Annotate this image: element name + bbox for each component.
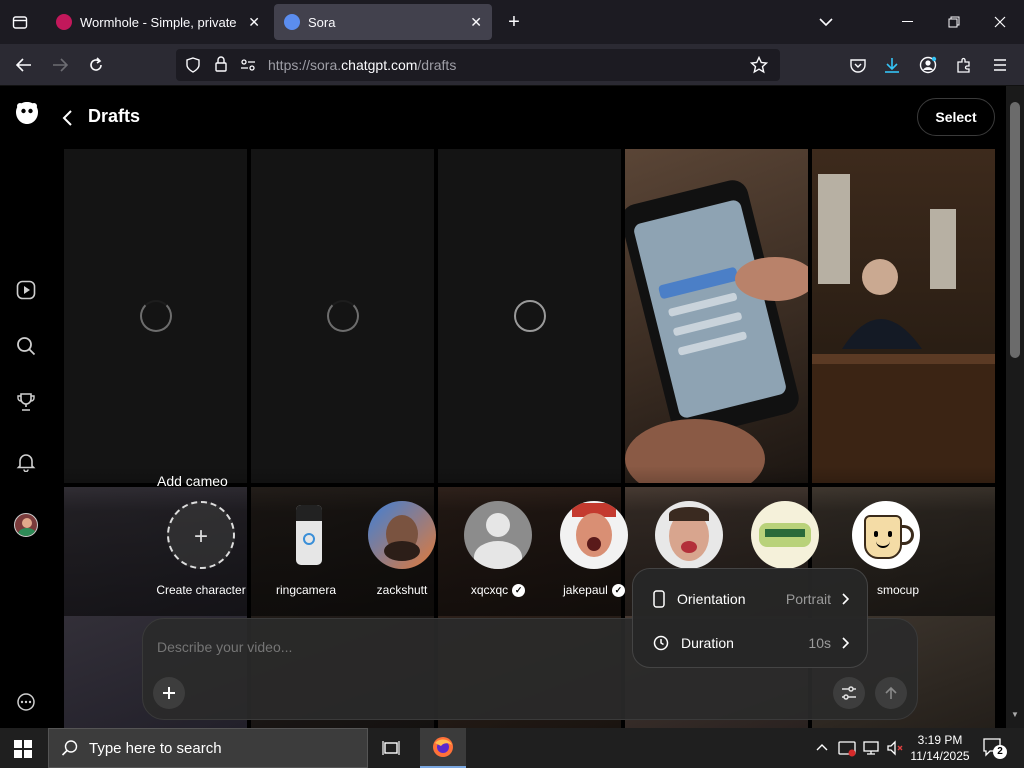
close-window-icon[interactable]	[988, 10, 1012, 34]
draft-tile-loading[interactable]	[64, 149, 247, 483]
system-clock[interactable]: 3:19 PM 11/14/2025	[904, 732, 976, 764]
restore-icon[interactable]	[942, 10, 966, 34]
cameo-xqcxqc[interactable]: xqcxqc ✓	[458, 501, 538, 597]
duration-option[interactable]: Duration 10s	[633, 623, 869, 663]
volume-muted-icon[interactable]	[886, 739, 904, 757]
account-icon[interactable]	[916, 53, 940, 77]
bell-icon[interactable]	[14, 450, 38, 474]
settings-sliders-button[interactable]	[833, 677, 865, 709]
cameo-jakepaul[interactable]: jakepaul ✓	[554, 501, 634, 597]
permissions-icon[interactable]	[240, 58, 256, 77]
chevron-right-icon	[842, 593, 849, 605]
url-text: https://sora.chatgpt.com/drafts	[268, 57, 457, 73]
phone-trivia-thumbnail	[625, 180, 808, 483]
verified-icon: ✓	[512, 583, 526, 597]
tab-sora[interactable]: Sora ✕	[274, 4, 492, 40]
cameo-title: Add cameo	[157, 473, 228, 489]
firefox-taskbar-button[interactable]	[420, 728, 466, 768]
draft-tile-loading[interactable]	[251, 149, 434, 483]
cameo-avatar	[368, 501, 436, 569]
verified-icon: ✓	[611, 583, 625, 597]
cameo-ringcamera[interactable]: ringcamera	[266, 501, 346, 597]
draft-tile-loading[interactable]	[438, 149, 621, 483]
tab-list-icon[interactable]	[8, 10, 32, 34]
show-hidden-icons-chevron[interactable]	[816, 740, 828, 754]
back-icon[interactable]	[12, 53, 36, 77]
trophy-icon[interactable]	[14, 390, 38, 414]
sora-page: Drafts Select Add cameo + Create charact…	[0, 86, 1006, 728]
page-scrollbar[interactable]: ▼	[1006, 86, 1024, 728]
sora-favicon-icon	[284, 14, 300, 30]
chevron-right-icon	[842, 637, 849, 649]
downloads-icon[interactable]	[880, 53, 904, 77]
cameo-avatar[interactable]	[751, 501, 819, 569]
firefox-icon	[433, 737, 453, 757]
select-button[interactable]: Select	[917, 98, 995, 136]
search-icon	[61, 740, 78, 756]
task-view-icon[interactable]	[382, 738, 402, 758]
menu-hamburger-icon[interactable]	[988, 53, 1012, 77]
tracking-shield-icon[interactable]	[186, 57, 200, 78]
reload-icon[interactable]	[84, 53, 108, 77]
cameo-avatar	[464, 501, 532, 569]
browser-tab-bar: Wormhole - Simple, private file ✕ Sora ✕…	[0, 0, 1024, 44]
orientation-option[interactable]: Orientation Portrait	[633, 579, 869, 619]
clock-icon	[653, 635, 669, 651]
loading-spinner-icon	[140, 300, 172, 332]
avatar[interactable]	[14, 513, 38, 537]
search-icon[interactable]	[14, 334, 38, 358]
scrollbar-thumb[interactable]	[1010, 102, 1020, 358]
back-chevron-icon[interactable]	[58, 108, 78, 128]
cameo-avatar	[272, 501, 340, 569]
address-bar[interactable]: https://sora.chatgpt.com/drafts	[176, 49, 780, 81]
tab-wormhole[interactable]: Wormhole - Simple, private file ✕	[46, 4, 270, 40]
more-icon[interactable]	[14, 690, 38, 714]
list-all-tabs-chevron-icon[interactable]	[814, 10, 838, 34]
windows-taskbar: Type here to search 3:19 PM 11/14/2025 2	[0, 728, 1024, 768]
close-tab-icon[interactable]: ✕	[470, 14, 482, 31]
page-title: Drafts	[88, 106, 141, 126]
taskbar-search[interactable]: Type here to search	[48, 728, 368, 768]
scroll-down-arrow-icon[interactable]: ▼	[1011, 710, 1019, 719]
forward-icon[interactable]	[48, 53, 72, 77]
submit-button[interactable]	[875, 677, 907, 709]
cameo-avatar[interactable]	[655, 501, 723, 569]
browser-nav-bar: https://sora.chatgpt.com/drafts	[0, 44, 1024, 86]
draft-tile-video[interactable]	[812, 149, 995, 483]
arrow-up-icon	[885, 686, 897, 699]
security-tray-icon[interactable]	[838, 739, 856, 757]
video-settings-popover: Orientation Portrait Duration 10s	[632, 568, 868, 668]
cameo-zackshutt[interactable]: zackshutt	[362, 501, 442, 597]
bookmark-star-icon[interactable]	[749, 55, 769, 79]
sora-logo-icon[interactable]	[14, 100, 40, 126]
lock-icon[interactable]	[214, 56, 228, 77]
windows-start-icon[interactable]	[14, 740, 32, 758]
notifications-icon[interactable]: 2	[982, 737, 1007, 759]
courtroom-thumbnail	[812, 174, 995, 483]
cameo-avatar	[560, 501, 628, 569]
draft-tile-video[interactable]	[625, 149, 808, 483]
new-tab-icon[interactable]: +	[502, 10, 526, 34]
cameo-create-character[interactable]: + Create character	[156, 501, 246, 597]
sliders-icon	[842, 686, 856, 700]
notification-count-badge: 2	[993, 745, 1007, 759]
cameo-avatar	[852, 501, 920, 569]
prompt-input[interactable]	[157, 639, 627, 655]
close-tab-icon[interactable]: ✕	[248, 14, 260, 31]
extensions-icon[interactable]	[952, 53, 976, 77]
add-character-icon: +	[167, 501, 235, 569]
minimize-icon[interactable]	[896, 10, 920, 34]
plus-icon	[163, 687, 175, 699]
pocket-icon[interactable]	[846, 53, 870, 77]
video-play-icon[interactable]	[14, 278, 38, 302]
portrait-icon	[653, 590, 665, 608]
wormhole-favicon-icon	[56, 14, 72, 30]
add-attachment-button[interactable]	[153, 677, 185, 709]
loading-spinner-icon	[327, 300, 359, 332]
network-icon[interactable]	[862, 739, 880, 757]
loading-spinner-icon	[514, 300, 546, 332]
